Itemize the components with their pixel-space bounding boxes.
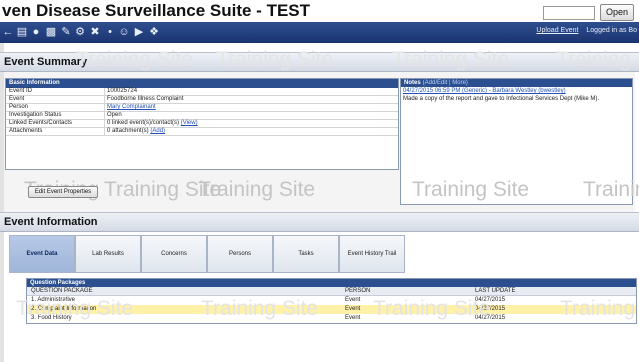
info-label: Event ID <box>9 88 33 94</box>
package-last-update: 04/27/2015 <box>475 306 506 312</box>
tab-lab-results[interactable]: Lab Results <box>75 235 141 273</box>
grid-icon[interactable]: ▩ <box>45 26 57 38</box>
divider <box>104 120 105 128</box>
open-button[interactable]: Open <box>600 4 634 21</box>
tab-tasks[interactable]: Tasks <box>273 235 339 273</box>
question-packages-table: Question Packages QUESTION PACKAGE PERSO… <box>26 278 637 324</box>
person-link[interactable]: Mary Complainant <box>107 104 156 111</box>
wrench-icon[interactable]: ❖ <box>148 26 160 38</box>
event-summary-title: Event Summary <box>4 56 88 68</box>
notes-header-links[interactable]: (Add/Edit | More) <box>423 80 468 86</box>
note-text: Made a copy of the report and gave to In… <box>403 96 600 102</box>
info-value: 100025724 <box>107 88 138 94</box>
tools-icon[interactable]: ✖ <box>89 26 101 38</box>
info-value: 0 attachment(s) (Add) <box>107 128 165 135</box>
tab-event-history-trail[interactable]: Event History Trail <box>339 235 405 273</box>
table-row[interactable]: 2. Complaint Information Event 04/27/201… <box>27 305 636 314</box>
info-row-event-id: Event ID 100025724 <box>6 88 398 96</box>
divider <box>104 88 105 96</box>
edit-event-properties-button[interactable]: Edit Event Properties <box>28 186 98 198</box>
package-last-update: 04/27/2015 <box>475 315 506 321</box>
info-label: Linked Events/Contacts <box>9 120 73 126</box>
toolbar-links: Upload Event Logged in as Bo <box>530 27 637 34</box>
back-arrow-icon[interactable]: ← <box>2 26 14 38</box>
package-person: Event <box>345 306 361 312</box>
info-row-person: Person Mary Complainant <box>6 104 398 112</box>
package-person: Event <box>345 315 361 321</box>
title-bar: ven Disease Surveillance Suite - TEST Op… <box>0 0 639 22</box>
info-row-linked-events: Linked Events/Contacts 0 linked event(s)… <box>6 120 398 128</box>
people-icon[interactable]: ● <box>30 26 42 38</box>
linked-count: 0 linked event(s)/contact(s) <box>107 120 180 126</box>
question-packages-header: Question Packages <box>27 279 636 287</box>
info-value: Open <box>107 112 122 118</box>
notes-title: Notes <box>404 80 421 86</box>
basic-information-panel: Basic Information Event ID 100025724 Eve… <box>5 78 399 170</box>
app-title: ven Disease Surveillance Suite - TEST <box>2 1 311 20</box>
info-label: Attachments <box>9 128 43 134</box>
info-value: 0 linked event(s)/contact(s) (View) <box>107 120 198 127</box>
info-label: Investigation Status <box>9 112 62 118</box>
spacer-icon: • <box>108 26 112 38</box>
event-information-title: Event Information <box>4 216 98 228</box>
person-icon[interactable]: ☺ <box>118 26 130 38</box>
attachment-count: 0 attachment(s) <box>107 128 149 134</box>
info-value: Foodborne Illness Complaint <box>107 96 184 102</box>
package-name[interactable]: 1. Administrative <box>31 296 75 305</box>
table-header-row: QUESTION PACKAGE PERSON LAST UPDATE <box>27 287 636 296</box>
tab-concerns[interactable]: Concerns <box>141 235 207 273</box>
tab-event-data[interactable]: Event Data <box>9 235 75 273</box>
basic-information-header: Basic Information <box>6 79 398 88</box>
info-row-investigation-status: Investigation Status Open <box>6 112 398 120</box>
package-last-update: 04/27/2015 <box>475 297 506 303</box>
view-link[interactable]: (View) <box>181 120 198 126</box>
car-icon[interactable]: ▶ <box>133 26 145 38</box>
package-person: Event <box>345 297 361 303</box>
divider <box>104 112 105 120</box>
column-header: PERSON <box>345 288 371 294</box>
table-row[interactable]: 1. Administrative Event 04/27/2015 <box>27 296 636 305</box>
event-summary-header: Event Summary <box>0 52 639 72</box>
notes-panel: Notes (Add/Edit | More) 04/27/2015 06:59 … <box>400 78 633 205</box>
column-header: LAST UPDATE <box>475 288 516 294</box>
package-name[interactable]: 3. Food History <box>31 314 72 323</box>
tab-persons[interactable]: Persons <box>207 235 273 273</box>
info-row-event: Event Foodborne Illness Complaint <box>6 96 398 104</box>
tab-panel: Event Data Lab Results Concerns Persons … <box>4 232 635 277</box>
logged-in-text: Logged in as Bo <box>586 27 637 34</box>
info-row-attachments: Attachments 0 attachment(s) (Add) <box>6 128 398 136</box>
package-name[interactable]: 2. Complaint Information <box>31 305 96 314</box>
info-label: Event <box>9 96 25 102</box>
note-author-link[interactable]: 04/27/2015 06:59 PM (Generic) - Barbara … <box>403 88 566 94</box>
search-input[interactable] <box>543 6 595 20</box>
settings-icon[interactable]: ⚙ <box>74 26 86 38</box>
list-icon[interactable]: ▤ <box>16 26 28 38</box>
edit-icon[interactable]: ✎ <box>60 26 72 38</box>
table-row[interactable]: 3. Food History Event 04/27/2015 <box>27 314 636 323</box>
toolbar: ← ▤ ● ▩ ✎ ⚙ ✖ • ☺ ▶ ❖ Upload Event Logge… <box>0 22 639 43</box>
event-information-header: Event Information <box>0 212 639 232</box>
info-label: Person <box>9 104 29 110</box>
divider <box>104 104 105 112</box>
note-timestamp: 04/27/2015 06:59 PM (Generic) - Barbara … <box>401 87 632 95</box>
divider <box>104 128 105 136</box>
upload-event-link[interactable]: Upload Event <box>536 27 578 34</box>
column-header: QUESTION PACKAGE <box>31 288 93 294</box>
divider <box>104 96 105 104</box>
add-attachment-link[interactable]: (Add) <box>150 128 165 134</box>
notes-header: Notes (Add/Edit | More) <box>401 79 632 87</box>
